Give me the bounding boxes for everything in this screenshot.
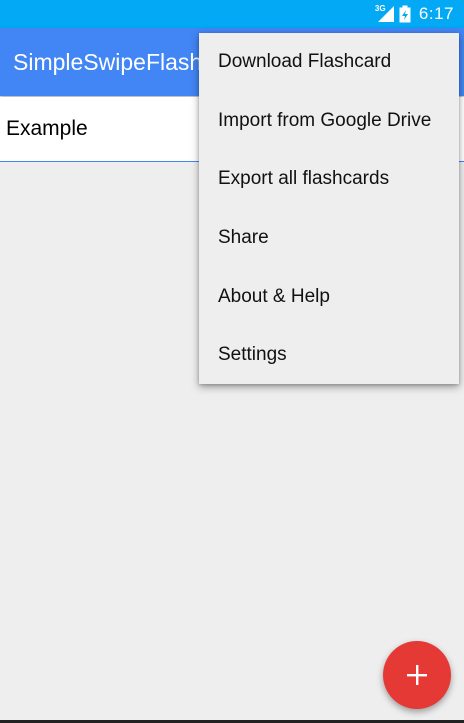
menu-item-about-help[interactable]: About & Help [199,267,459,326]
status-time: 6:17 [418,4,454,23]
battery-icon [399,5,411,23]
menu-item-download-flashcard[interactable]: Download Flashcard [199,33,459,92]
menu-item-share[interactable]: Share [199,209,459,268]
status-bar: 3G 6:17 [0,0,464,28]
plus-icon [407,665,427,685]
menu-item-import-google-drive[interactable]: Import from Google Drive [199,92,459,151]
menu-item-settings[interactable]: Settings [199,326,459,385]
list-item-label: Example [6,117,88,140]
network-type-label: 3G [374,4,386,13]
menu-item-export-all[interactable]: Export all flashcards [199,150,459,209]
overflow-menu: Download Flashcard Import from Google Dr… [199,33,459,384]
status-icons: 3G 6:17 [371,0,454,28]
signal-icon: 3G [374,4,395,23]
add-flashcard-button[interactable] [383,641,451,709]
